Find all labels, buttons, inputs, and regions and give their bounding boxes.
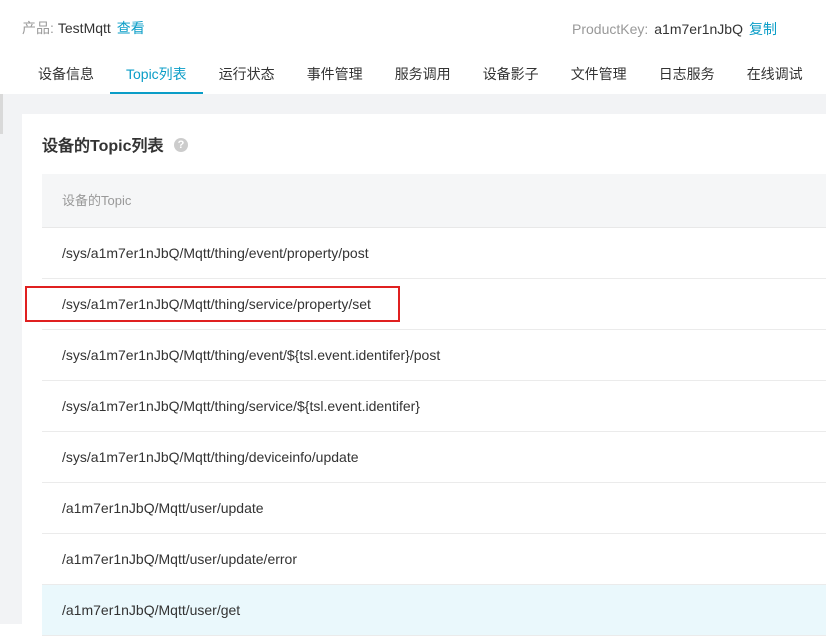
content-spacer [22, 94, 826, 114]
tab-service-invoke[interactable]: 服务调用 [379, 56, 467, 94]
tab-log-service[interactable]: 日志服务 [643, 56, 731, 94]
product-key-value: a1m7er1nJbQ [654, 21, 743, 37]
panel-title: 设备的Topic列表 [42, 138, 164, 155]
question-circle-icon[interactable]: ? [174, 138, 188, 152]
copy-product-key-link[interactable]: 复制 [749, 21, 777, 37]
tab-topic-list[interactable]: Topic列表 [110, 56, 203, 94]
product-name: TestMqtt [57, 20, 111, 36]
table-row: /a1m7er1nJbQ/Mqtt/user/get [42, 585, 826, 636]
tab-file-management[interactable]: 文件管理 [555, 56, 643, 94]
device-tabs: 设备信息 Topic列表 运行状态 事件管理 服务调用 设备影子 文件管理 日志… [22, 56, 819, 94]
product-key-label: ProductKey: [572, 21, 649, 37]
topic-table: 设备的Topic /sys/a1m7er1nJbQ/Mqtt/thing/eve… [42, 174, 826, 636]
table-row: /sys/a1m7er1nJbQ/Mqtt/thing/event/proper… [42, 228, 826, 279]
left-gutter [0, 94, 22, 624]
table-row: /a1m7er1nJbQ/Mqtt/user/update/error [42, 534, 826, 585]
sidebar-scroll-edge [0, 94, 3, 134]
product-label: 产品: [22, 20, 54, 36]
tab-device-shadow[interactable]: 设备影子 [467, 56, 555, 94]
table-row: /sys/a1m7er1nJbQ/Mqtt/thing/event/${tsl.… [42, 330, 826, 381]
table-header: 设备的Topic [42, 174, 826, 228]
product-info: 产品: TestMqtt 查看 [22, 18, 145, 38]
table-row: /a1m7er1nJbQ/Mqtt/user/update [42, 483, 826, 534]
product-view-link[interactable]: 查看 [117, 20, 145, 36]
tab-run-status[interactable]: 运行状态 [203, 56, 291, 94]
product-key-info: ProductKey: a1m7er1nJbQ 复制 [572, 19, 777, 39]
table-row: /sys/a1m7er1nJbQ/Mqtt/thing/service/prop… [42, 279, 826, 330]
topic-list-panel: 设备的Topic列表 ? 设备的Topic /sys/a1m7er1nJbQ/M… [22, 114, 826, 636]
tab-device-info[interactable]: 设备信息 [22, 56, 110, 94]
table-row: /sys/a1m7er1nJbQ/Mqtt/thing/service/${ts… [42, 381, 826, 432]
tab-event-management[interactable]: 事件管理 [291, 56, 379, 94]
tab-online-debug[interactable]: 在线调试 [731, 56, 819, 94]
table-row: /sys/a1m7er1nJbQ/Mqtt/thing/deviceinfo/u… [42, 432, 826, 483]
device-header: 产品: TestMqtt 查看 ProductKey: a1m7er1nJbQ 复制 [0, 0, 826, 56]
